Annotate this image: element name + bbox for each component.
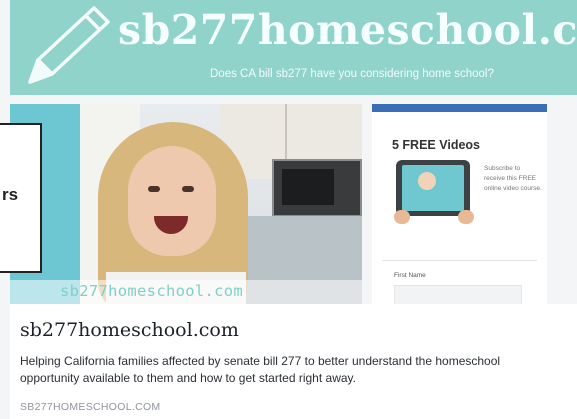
image-watermark: sb277homeschool.com — [60, 282, 244, 300]
preview-title[interactable]: sb277homeschool.com — [20, 319, 239, 341]
sidebar-description: Subscribe to receive this FREE online vi… — [484, 165, 542, 192]
sidebar-divider — [382, 260, 537, 261]
preview-description: Helping California families affected by … — [20, 354, 501, 385]
preview-domain: SB277HOMESCHOOL.COM — [20, 401, 161, 413]
right-eye — [182, 186, 194, 192]
site-tagline: Does CA bill sb277 have you considering … — [210, 68, 494, 80]
site-banner: sb277homeschool.com Does CA bill sb277 h… — [10, 0, 577, 95]
left-eye — [148, 186, 160, 192]
preview-text-block[interactable]: sb277homeschool.com Helping California f… — [10, 304, 577, 419]
hero-image[interactable]: sb277homeschool.com — [10, 104, 362, 304]
microwave — [272, 159, 362, 217]
site-title: sb277homeschool.com — [118, 6, 577, 54]
overlay-text: rs — [2, 185, 19, 204]
left-hand — [394, 210, 410, 224]
sidebar-title: 5 FREE Videos — [392, 138, 480, 152]
woman-face — [128, 146, 216, 256]
right-hand — [458, 210, 474, 224]
pencil-icon — [28, 6, 110, 84]
first-name-label: First Name — [394, 272, 426, 279]
first-name-input[interactable] — [394, 285, 522, 304]
overlay-card[interactable]: rs — [0, 123, 42, 273]
signup-sidebar: 5 FREE Videos Subscribe to receive this … — [372, 104, 547, 304]
link-preview-card[interactable]: sb277homeschool.com Does CA bill sb277 h… — [0, 0, 577, 419]
tablet-image — [396, 160, 470, 216]
